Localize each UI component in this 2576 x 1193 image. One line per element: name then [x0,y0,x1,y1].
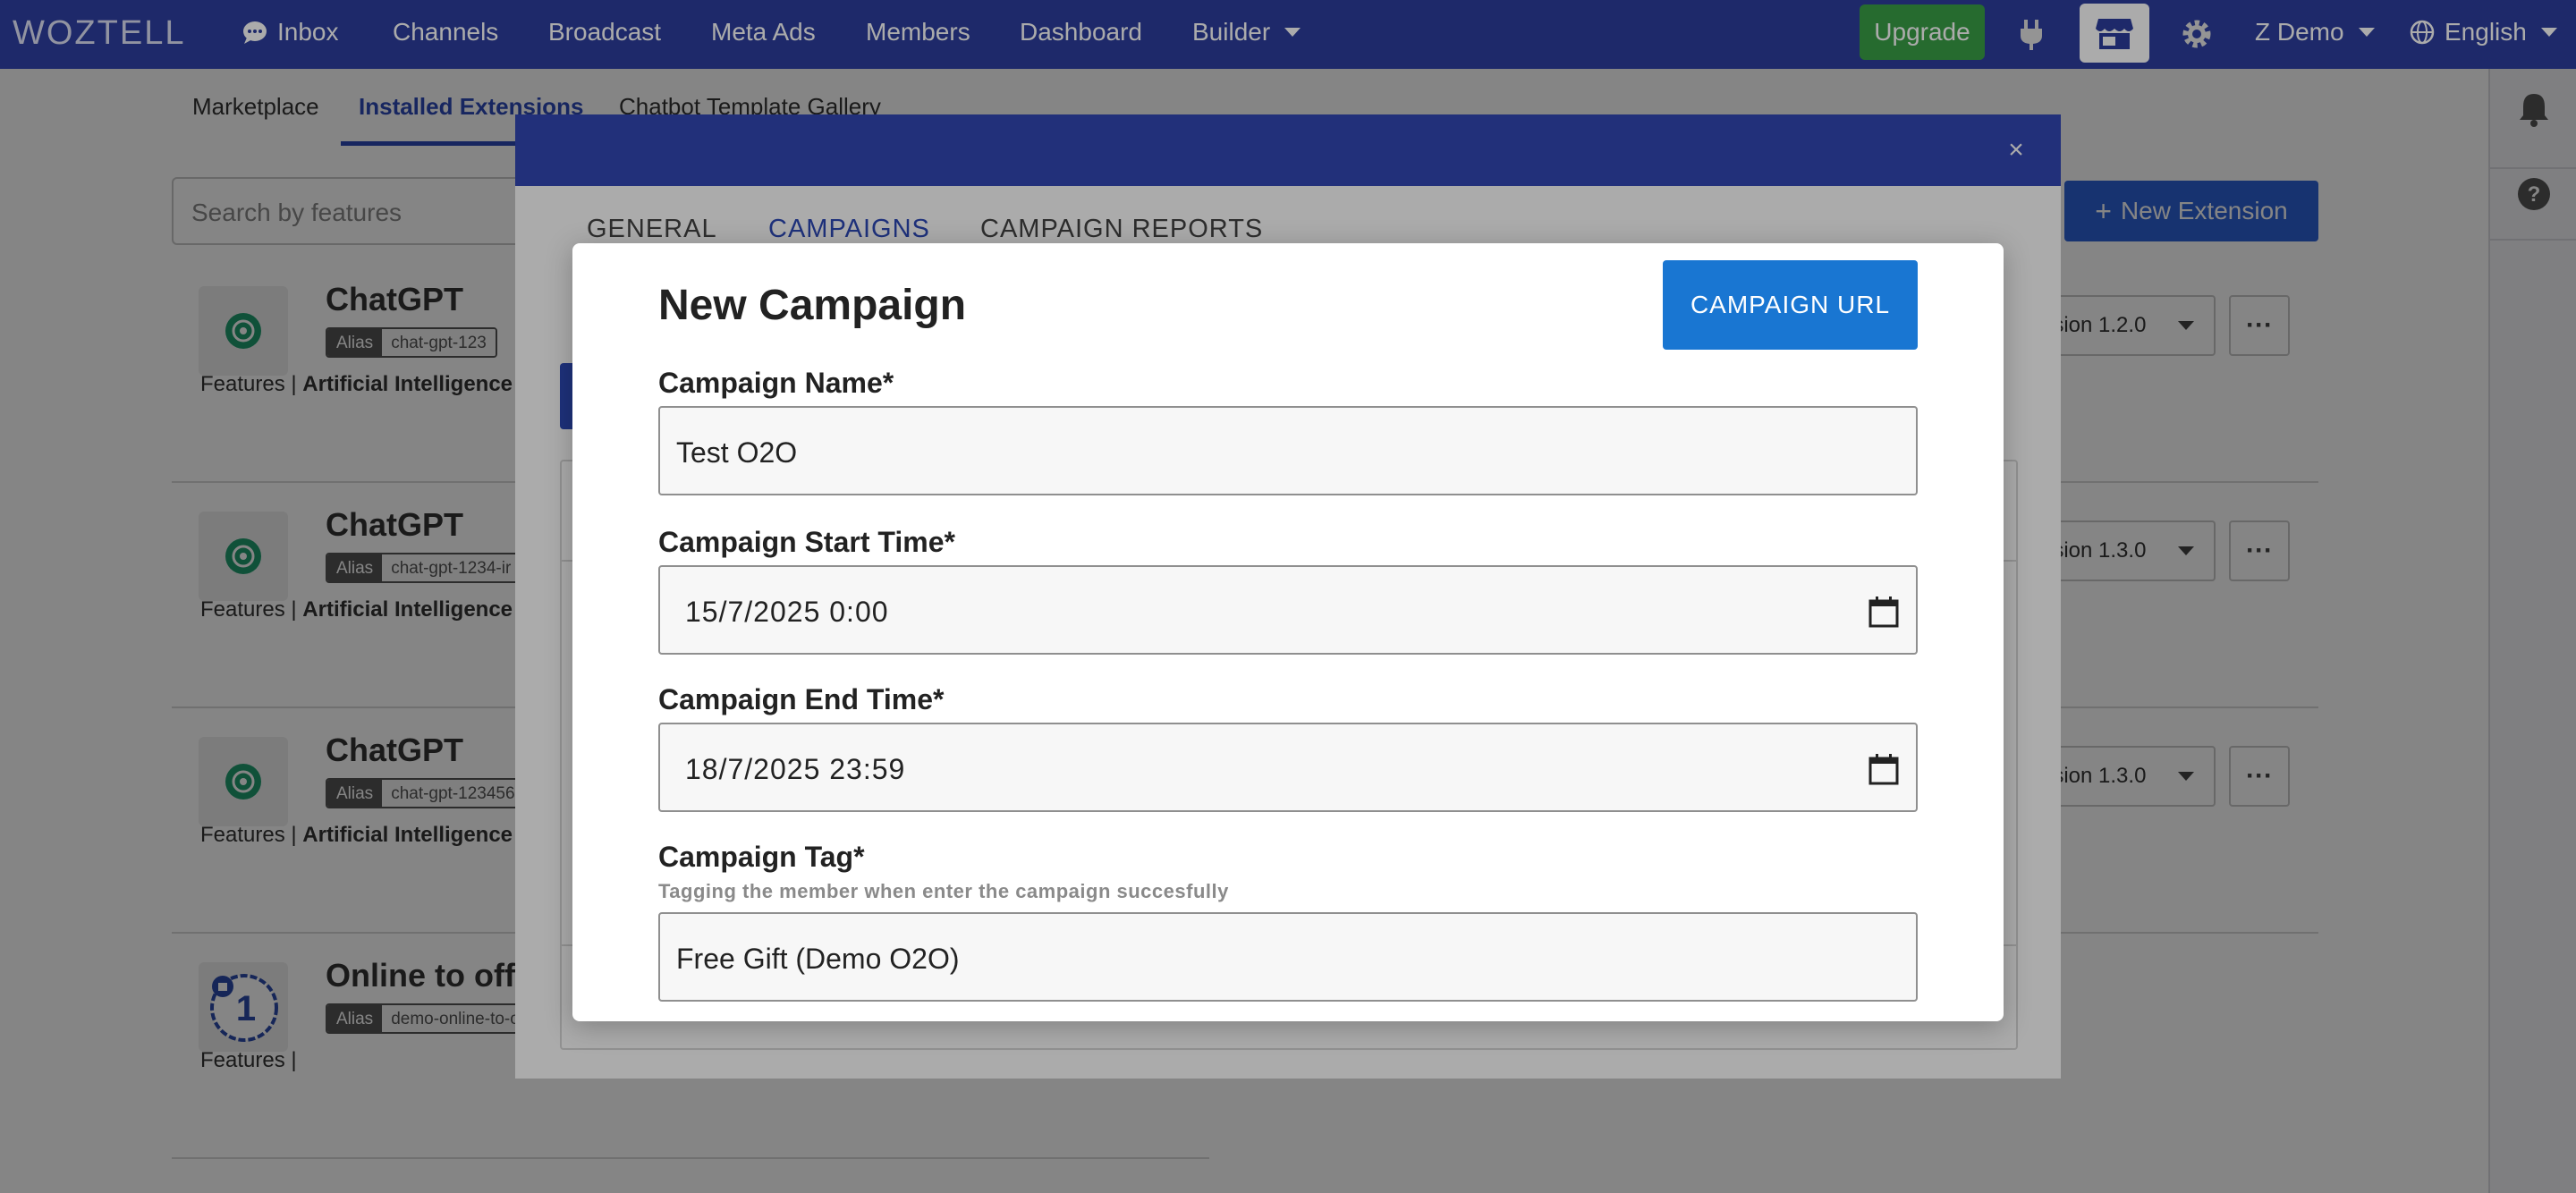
campaign-tag-hint: Tagging the member when enter the campai… [658,880,1229,902]
campaign-end-time-value: 18/7/2025 23:59 [685,753,906,785]
campaign-tag-value: Free Gift (Demo O2O) [676,943,960,975]
campaign-name-value: Test O2O [676,436,798,469]
campaign-url-button[interactable]: CAMPAIGN URL [1663,260,1918,350]
campaign-tag-label: Campaign Tag* [658,841,865,873]
campaign-name-input[interactable]: Test O2O [658,406,1918,495]
dialog-title: New Campaign [658,282,967,329]
calendar-icon[interactable] [1866,751,1902,787]
campaign-name-label: Campaign Name* [658,367,894,399]
campaign-tag-input[interactable]: Free Gift (Demo O2O) [658,912,1918,1002]
calendar-icon[interactable] [1866,594,1902,630]
campaign-end-time-input[interactable]: 18/7/2025 23:59 [658,723,1918,812]
new-campaign-dialog: New Campaign CAMPAIGN URL Campaign Name*… [572,243,2004,1021]
campaign-start-time-label: Campaign Start Time* [658,526,955,558]
campaign-start-time-input[interactable]: 15/7/2025 0:00 [658,565,1918,655]
campaign-start-time-value: 15/7/2025 0:00 [685,596,889,628]
campaign-end-time-label: Campaign End Time* [658,683,945,715]
